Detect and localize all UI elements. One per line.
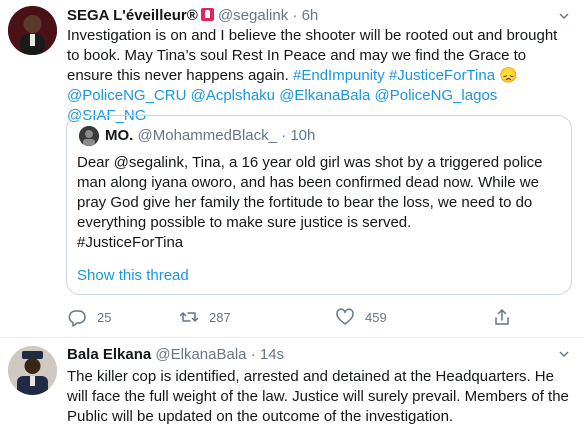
retweet-button[interactable]: 287: [179, 306, 231, 328]
separator: ·: [250, 346, 256, 363]
quoted-timestamp: 10h: [290, 127, 316, 144]
retweet-count: 287: [209, 309, 231, 325]
mention-link[interactable]: @ElkanaBala: [279, 87, 370, 104]
tweet-header: SEGA L'éveilleur® @segalink · 6h: [67, 6, 318, 26]
quoted-handle: @MohammedBlack_: [137, 127, 277, 144]
like-count: 459: [365, 309, 387, 325]
chevron-down-icon[interactable]: [558, 348, 570, 360]
reply-button[interactable]: 25: [67, 306, 111, 328]
tweet-header: Bala Elkana @ElkanaBala · 14s: [67, 345, 284, 365]
retweet-icon: [179, 312, 199, 322]
mention-link[interactable]: @Acplshaku: [191, 87, 275, 104]
share-button[interactable]: [492, 306, 522, 328]
display-name[interactable]: SEGA L'éveilleur®: [67, 7, 198, 24]
tweet-text: Investigation is on and I believe the sh…: [67, 26, 572, 126]
quoted-text: Dear @segalink, Tina, a 16 year old girl…: [77, 154, 543, 231]
timestamp[interactable]: 6h: [302, 7, 319, 24]
quoted-hashtag: #JusticeForTina: [77, 234, 184, 251]
share-icon: [495, 309, 509, 325]
avatar[interactable]: [8, 346, 57, 395]
quoted-display-name: MO.: [105, 127, 134, 144]
avatar[interactable]: [8, 6, 57, 55]
display-name[interactable]: Bala Elkana: [67, 346, 151, 363]
chevron-down-icon[interactable]: [558, 10, 570, 22]
tweet-segalink[interactable]: SEGA L'éveilleur® @segalink · 6h Investi…: [0, 0, 584, 338]
siren-emoji-icon: [200, 8, 214, 21]
quoted-tweet[interactable]: MO. @MohammedBlack_ · 10h Dear @segalink…: [66, 115, 572, 295]
handle[interactable]: @segalink: [218, 7, 288, 24]
disappointed-emoji-icon: 😞: [499, 67, 518, 84]
show-thread-link[interactable]: Show this thread: [77, 266, 189, 286]
heart-icon: [336, 308, 354, 325]
quoted-avatar: [79, 126, 99, 146]
mention-link[interactable]: @PoliceNG_CRU: [67, 87, 186, 104]
timestamp[interactable]: 14s: [260, 346, 284, 363]
mention-link[interactable]: @PoliceNG_lagos: [375, 87, 498, 104]
handle[interactable]: @ElkanaBala: [155, 346, 246, 363]
hashtag-link[interactable]: #JusticeForTina: [389, 67, 495, 84]
hashtag-link[interactable]: #EndImpunity: [293, 67, 385, 84]
reply-icon: [68, 310, 86, 327]
separator: ·: [281, 127, 287, 144]
separator: ·: [292, 7, 298, 24]
tweet-text: The killer cop is identified, arrested a…: [67, 368, 569, 425]
reply-count: 25: [97, 309, 112, 325]
quoted-header: MO. @MohammedBlack_ · 10h: [105, 126, 315, 146]
tweet-actions: 25 287 459: [67, 306, 572, 328]
like-button[interactable]: 459: [335, 306, 387, 328]
